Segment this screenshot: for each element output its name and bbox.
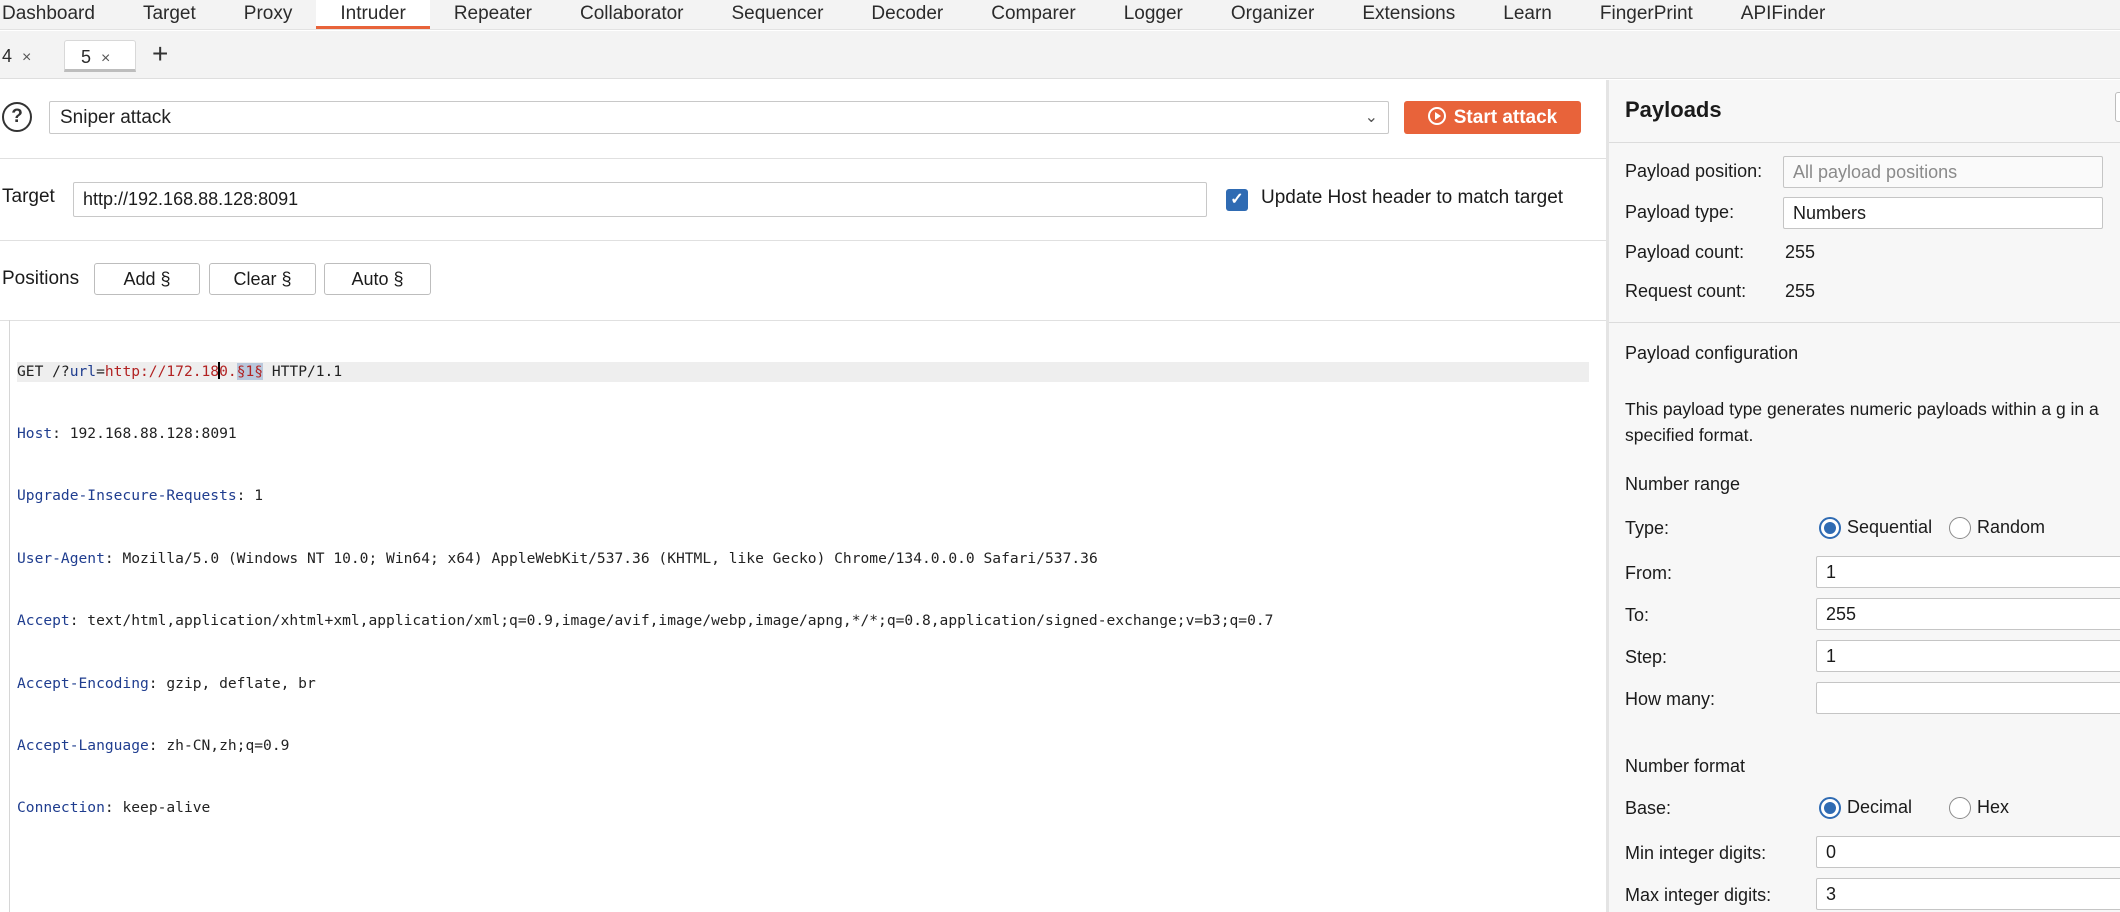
target-url-input[interactable]: http://192.168.88.128:8091 [73, 182, 1207, 217]
attack-tab-label: 4 [2, 46, 13, 66]
request-text[interactable]: GET /?url=http://172.180.§1§ HTTP/1.1 Ho… [17, 320, 1589, 861]
intruder-main: ? Sniper attack ⌄ Start attack Target ht… [0, 80, 1606, 912]
attack-tab-label: 5 [81, 47, 92, 67]
close-icon[interactable]: × [101, 50, 110, 67]
nav-tab-extensions[interactable]: Extensions [1338, 0, 1479, 29]
header-line: Upgrade-Insecure-Requests: 1 [17, 487, 264, 505]
nav-tab-intruder[interactable]: Intruder [316, 0, 430, 29]
min-integer-digits-label: Min integer digits: [1625, 843, 1767, 863]
from-input[interactable]: 1 [1816, 556, 2120, 588]
base-label: Base: [1625, 798, 1672, 818]
close-icon[interactable]: × [22, 49, 31, 66]
random-radio[interactable] [1949, 517, 1971, 539]
payload-marker[interactable]: §1§ [236, 362, 264, 380]
step-label: Step: [1625, 647, 1668, 667]
payload-count-value: 255 [1785, 242, 1816, 262]
target-label: Target [2, 186, 55, 207]
hex-label: Hex [1977, 797, 2010, 817]
request-count-label: Request count: [1625, 281, 1747, 301]
step-input[interactable]: 1 [1816, 640, 2120, 672]
divider [1609, 322, 2120, 323]
nav-tab-proxy[interactable]: Proxy [220, 0, 317, 29]
request-line: GET /?url=http://172.180.§1§ HTTP/1.1 [17, 361, 1589, 383]
help-icon[interactable]: ? [2, 102, 32, 132]
nav-tab-apifinder[interactable]: APIFinder [1717, 0, 1849, 29]
to-label: To: [1625, 605, 1650, 625]
attack-tab-5[interactable]: 5 × [64, 40, 136, 72]
header-line: Connection: keep-alive [17, 799, 211, 817]
nav-tab-decoder[interactable]: Decoder [847, 0, 967, 29]
request-count-value: 255 [1785, 281, 1816, 301]
header-line: Accept-Language: zh-CN,zh;q=0.9 [17, 736, 290, 754]
request-editor[interactable]: GET /?url=http://172.180.§1§ HTTP/1.1 Ho… [0, 320, 1590, 912]
hex-radio[interactable] [1949, 797, 1971, 819]
payload-type-select[interactable]: Numbers [1783, 197, 2103, 229]
sequential-radio[interactable] [1819, 517, 1841, 539]
line-gutter [0, 320, 10, 912]
update-host-checkbox[interactable]: ✓ [1226, 189, 1248, 211]
attack-type-select[interactable]: Sniper attack ⌄ [49, 101, 1389, 134]
divider [0, 158, 1606, 159]
payloads-panel: Payloads Payload position: All payload p… [1609, 80, 2120, 912]
how-many-input[interactable] [1816, 682, 2120, 714]
attack-type-value: Sniper attack [60, 107, 171, 128]
header-line: Accept-Encoding: gzip, deflate, br [17, 674, 316, 692]
nav-tab-organizer[interactable]: Organizer [1207, 0, 1338, 29]
sequential-label: Sequential [1847, 517, 1933, 537]
nav-tab-comparer[interactable]: Comparer [967, 0, 1099, 29]
decimal-label: Decimal [1847, 797, 1913, 817]
nav-tab-dashboard[interactable]: Dashboard [0, 0, 119, 29]
nav-tab-fingerprint[interactable]: FingerPrint [1576, 0, 1717, 29]
min-integer-digits-input[interactable]: 0 [1816, 836, 2120, 868]
auto-markers-button[interactable]: Auto § [324, 263, 431, 295]
payload-type-label: Payload type: [1625, 202, 1735, 222]
decimal-radio[interactable] [1819, 797, 1841, 819]
payload-position-label: Payload position: [1625, 161, 1763, 181]
max-integer-digits-label: Max integer digits: [1625, 885, 1772, 905]
header-line: Host: 192.168.88.128:8091 [17, 424, 237, 442]
chevron-down-icon: ⌄ [1364, 109, 1378, 126]
payloads-title: Payloads [1625, 97, 1722, 122]
start-attack-label: Start attack [1453, 107, 1558, 128]
header-line: Accept: text/html,application/xhtml+xml,… [17, 612, 1274, 630]
nav-tab-sequencer[interactable]: Sequencer [708, 0, 848, 29]
add-marker-button[interactable]: Add § [94, 263, 200, 295]
add-tab-icon[interactable]: + [152, 39, 168, 69]
nav-tab-collaborator[interactable]: Collaborator [556, 0, 708, 29]
clear-markers-button[interactable]: Clear § [209, 263, 316, 295]
nav-tab-learn[interactable]: Learn [1479, 0, 1576, 29]
payload-configuration-title: Payload configuration [1625, 343, 1799, 363]
random-label: Random [1977, 517, 2046, 537]
header-line: User-Agent: Mozilla/5.0 (Windows NT 10.0… [17, 549, 1098, 567]
nav-tab-logger[interactable]: Logger [1100, 0, 1207, 29]
payload-position-select[interactable]: All payload positions [1783, 156, 2103, 188]
from-label: From: [1625, 563, 1672, 583]
attack-tab-4[interactable]: 4 × [2, 40, 31, 72]
to-input[interactable]: 255 [1816, 598, 2120, 630]
payload-count-label: Payload count: [1625, 242, 1745, 262]
max-integer-digits-input[interactable]: 3 [1816, 878, 2120, 910]
type-label: Type: [1625, 518, 1670, 538]
play-icon [1427, 107, 1446, 125]
nav-tab-repeater[interactable]: Repeater [430, 0, 556, 29]
how-many-label: How many: [1625, 689, 1716, 709]
panel-button[interactable] [2115, 92, 2120, 122]
nav-tab-target[interactable]: Target [119, 0, 220, 29]
main-nav: Dashboard Target Proxy Intruder Repeater… [0, 0, 2120, 30]
start-attack-button[interactable]: Start attack [1404, 101, 1581, 134]
payload-description: This payload type generates numeric payl… [1625, 399, 2099, 445]
number-range-title: Number range [1625, 474, 1741, 494]
divider [1609, 142, 2120, 143]
attack-tabs: 4 × 5 × + [0, 31, 2120, 79]
update-host-label: Update Host header to match target [1261, 187, 1564, 208]
positions-label: Positions [2, 268, 80, 289]
divider [0, 240, 1606, 241]
number-format-title: Number format [1625, 756, 1746, 776]
